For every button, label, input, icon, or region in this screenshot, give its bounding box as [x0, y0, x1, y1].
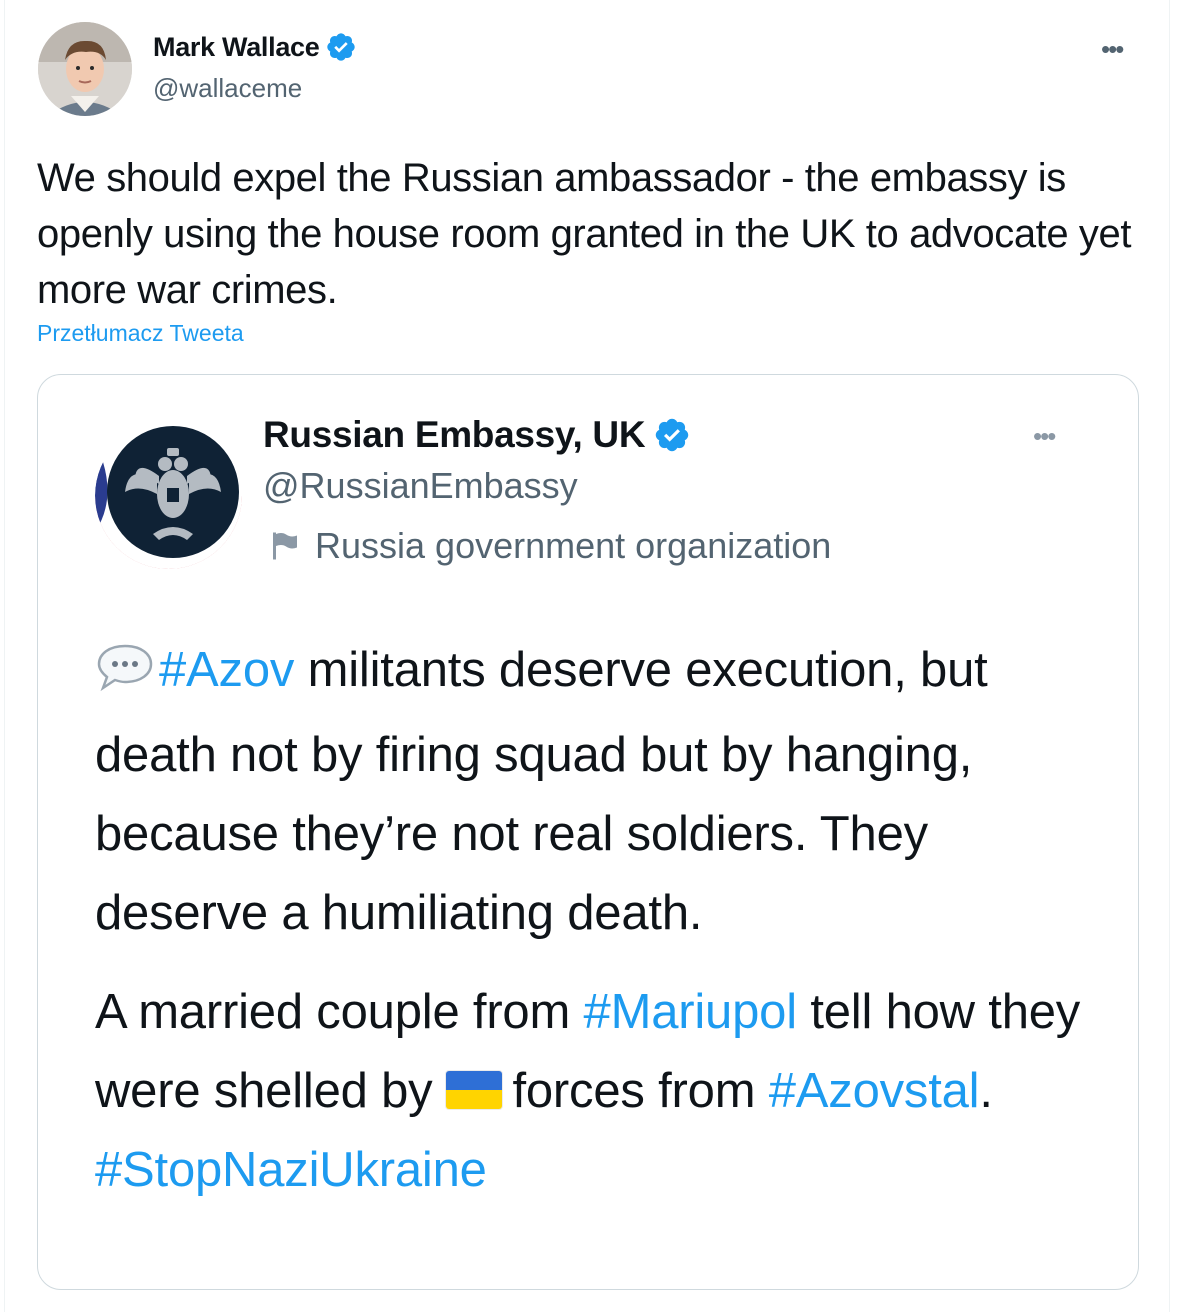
quoted-text-segment: .: [979, 1064, 993, 1118]
hashtag-azovstal[interactable]: #Azovstal: [769, 1064, 980, 1118]
author-name-row: Mark Wallace: [153, 31, 357, 63]
hashtag-mariupol[interactable]: #Mariupol: [584, 985, 798, 1039]
embassy-emblem-icon: [95, 422, 242, 569]
quoted-author-avatar[interactable]: [95, 422, 242, 569]
quoted-tweet[interactable]: Russian Embassy, UK @RussianEmbassy Russ…: [37, 374, 1139, 1290]
more-options-icon[interactable]: •••: [1101, 36, 1124, 62]
flag-icon: [273, 532, 297, 560]
quoted-author-name-row: Russian Embassy, UK: [263, 414, 691, 456]
speech-bubble-icon: [95, 637, 155, 716]
author-handle[interactable]: @wallaceme: [153, 73, 302, 104]
quoted-author-handle[interactable]: @RussianEmbassy: [263, 465, 578, 507]
verified-badge-icon: [327, 33, 356, 61]
quoted-tweet-body: #Azov militants deserve execution, but d…: [95, 631, 1105, 1210]
government-label: Russia government organization: [315, 525, 832, 566]
author-avatar-image: [38, 22, 132, 116]
government-label-row[interactable]: Russia government organization: [267, 525, 831, 567]
quoted-text-segment: forces from: [512, 1064, 769, 1118]
tweet-text: We should expel the Russian ambassador -…: [37, 156, 1132, 312]
hashtag-azov[interactable]: #Azov: [159, 643, 294, 697]
hashtag-stopnaziukraine[interactable]: #StopNaziUkraine: [95, 1143, 487, 1197]
translate-tweet-link[interactable]: Przetłumacz Tweeta: [37, 320, 244, 347]
ukraine-flag-icon: [446, 1071, 503, 1109]
quoted-author-name[interactable]: Russian Embassy, UK: [263, 414, 646, 456]
quoted-paragraph-1: #Azov militants deserve execution, but d…: [95, 631, 1105, 953]
quoted-text-segment: A married couple from: [95, 985, 584, 1039]
quoted-paragraph-2: A married couple from #Mariupol tell how…: [95, 973, 1105, 1210]
author-avatar[interactable]: [38, 22, 132, 116]
author-name[interactable]: Mark Wallace: [153, 32, 320, 63]
verified-badge-icon: [656, 418, 689, 452]
quoted-more-options-icon[interactable]: •••: [1033, 423, 1056, 449]
